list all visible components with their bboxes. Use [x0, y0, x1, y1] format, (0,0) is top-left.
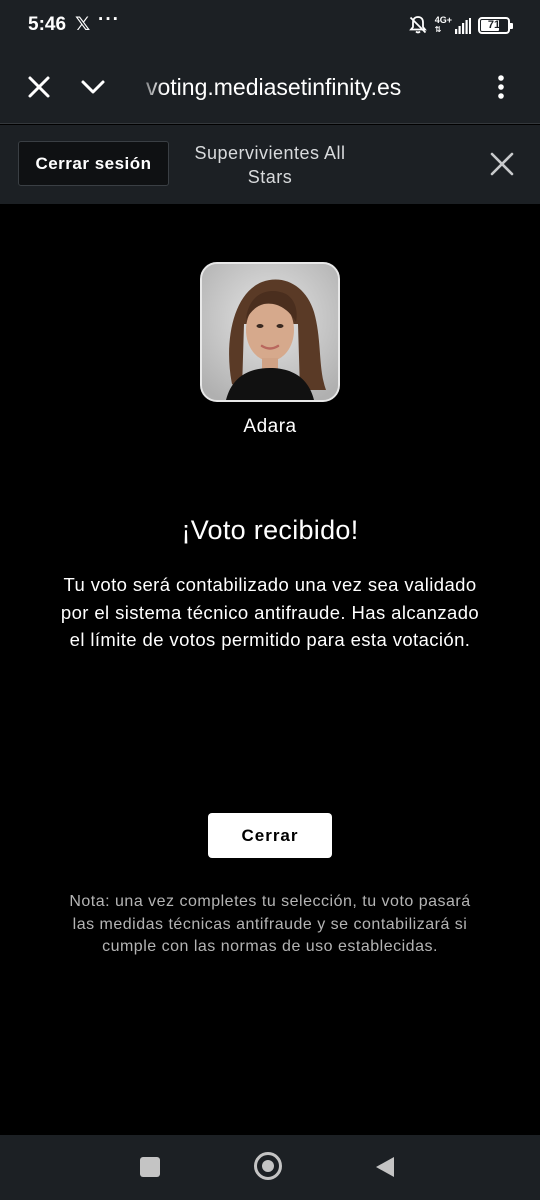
page-header: Cerrar sesión Supervivientes All Stars [0, 125, 540, 204]
contestant-name: Adara [243, 416, 297, 437]
signal-strength-icon [455, 18, 471, 34]
page-title: Supervivientes All Stars [194, 143, 346, 187]
navigation-bar [0, 1135, 540, 1200]
notifications-muted-icon [408, 16, 427, 34]
close-tab-icon[interactable] [24, 72, 54, 102]
back-button[interactable] [374, 1155, 396, 1179]
fraud-note: Nota: una vez completes tu selección, tu… [69, 893, 471, 955]
network-indicator: 4G+ ⇅ [435, 16, 471, 34]
overflow-menu-icon[interactable] [486, 72, 516, 102]
status-time: 5:46 [28, 14, 67, 35]
close-icon[interactable] [488, 150, 516, 178]
contestant-photo [202, 264, 338, 400]
battery-icon: 71 [478, 16, 513, 34]
recents-button[interactable] [140, 1157, 160, 1177]
vote-confirmation-title: ¡Voto recibido! [181, 515, 359, 545]
battery-level: 71 [487, 19, 501, 31]
vote-confirmation-message: Tu voto será contabilizado una vez sea v… [60, 574, 480, 650]
x-logo-icon: 𝕏 [75, 14, 91, 35]
close-button[interactable]: Cerrar [208, 813, 332, 858]
more-notifications-icon: ··· [98, 9, 120, 30]
browser-toolbar: voting.mediasetinfinity.es [0, 50, 540, 124]
data-arrows-icon: ⇅ [434, 25, 442, 34]
url-bar[interactable]: voting.mediasetinfinity.es [130, 72, 460, 102]
network-type: 4G+ [434, 15, 452, 25]
chevron-down-icon[interactable] [78, 72, 108, 102]
status-bar: 5:46 𝕏 ··· 4G+ ⇅ 71 [0, 0, 540, 50]
home-button[interactable] [254, 1152, 282, 1180]
status-icons: 4G+ ⇅ 71 [408, 15, 513, 35]
logout-button[interactable]: Cerrar sesión [18, 141, 169, 186]
contestant-avatar [200, 262, 340, 402]
